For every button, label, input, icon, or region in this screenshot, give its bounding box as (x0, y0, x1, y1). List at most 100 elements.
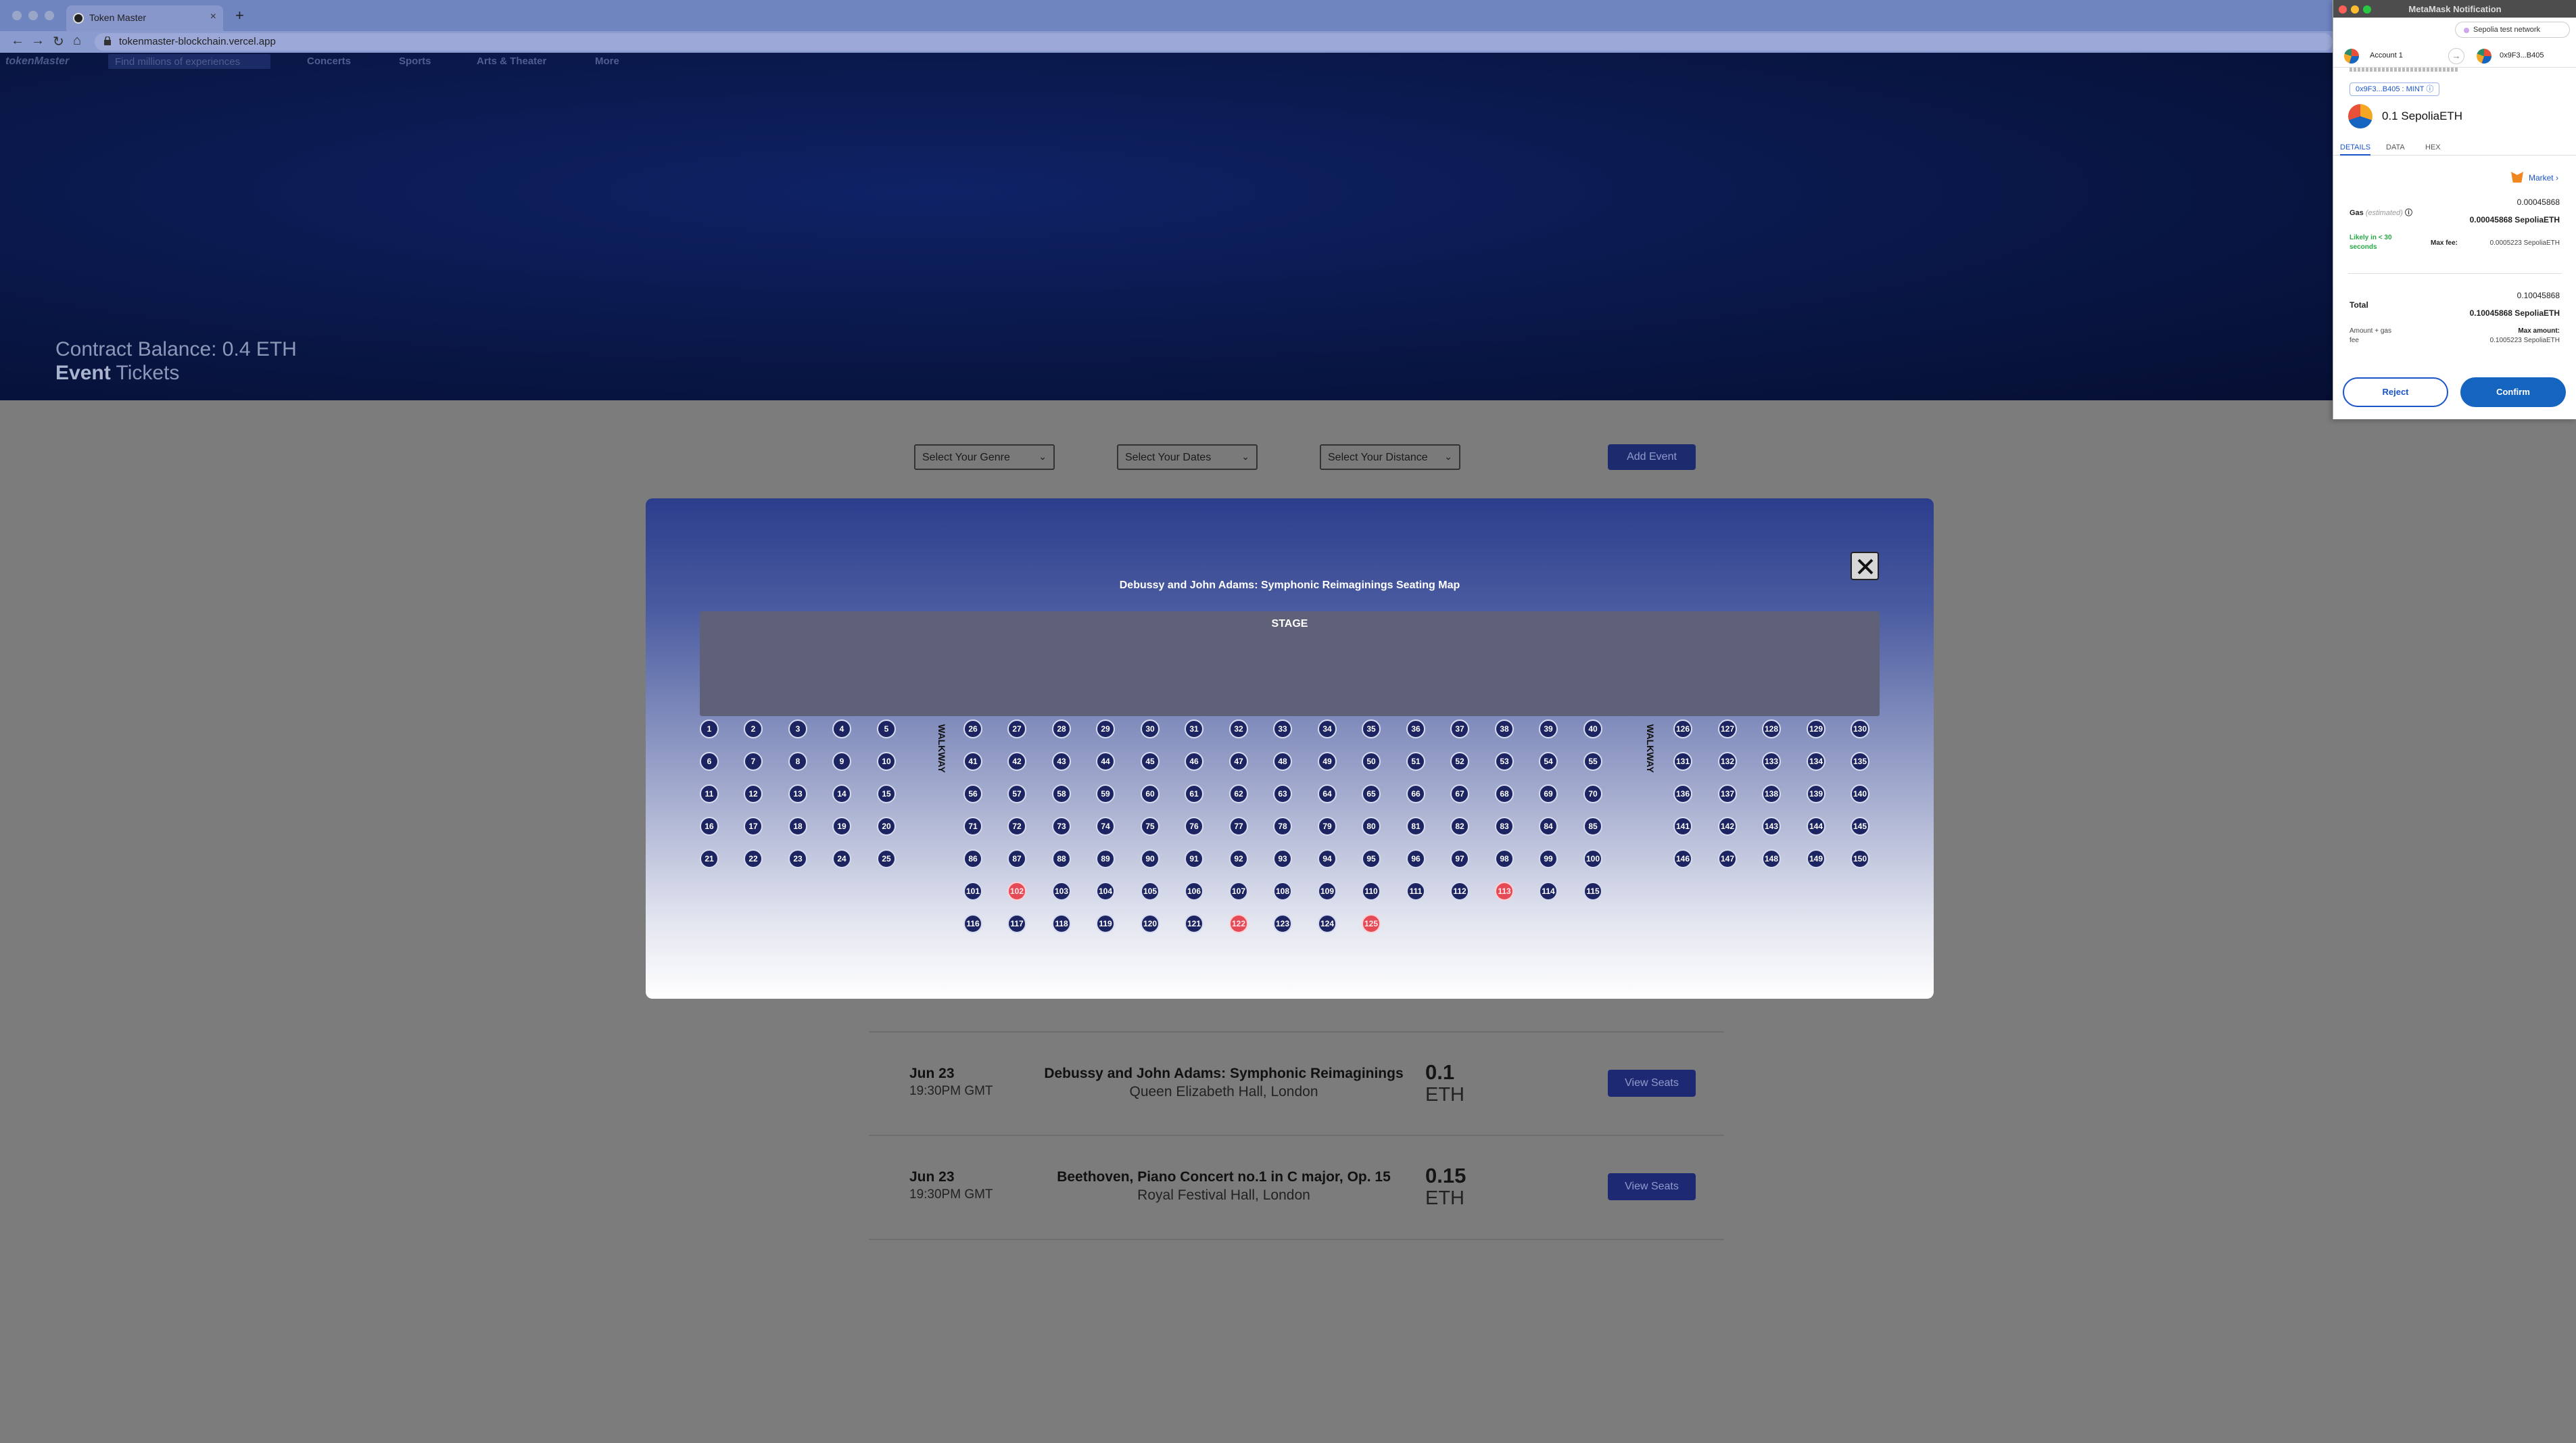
forward-arrow-icon[interactable]: → (31, 33, 45, 49)
seat[interactable]: 143 (1762, 817, 1781, 836)
seat[interactable]: 83 (1495, 817, 1514, 836)
seat[interactable]: 39 (1539, 719, 1558, 738)
seat[interactable]: 46 (1185, 752, 1203, 771)
seat[interactable]: 147 (1718, 849, 1737, 868)
site-logo[interactable]: tokenMaster (5, 55, 69, 68)
seat[interactable]: 26 (963, 719, 982, 738)
add-event-button[interactable]: Add Event (1608, 444, 1696, 470)
seat[interactable]: 110 (1362, 882, 1381, 901)
seat[interactable]: 44 (1096, 752, 1115, 771)
seat[interactable]: 17 (744, 817, 763, 836)
seat[interactable]: 96 (1406, 849, 1425, 868)
seat[interactable]: 6 (700, 752, 719, 771)
new-tab-button[interactable]: + (235, 7, 244, 24)
seat[interactable]: 128 (1762, 719, 1781, 738)
minimize-window-icon[interactable] (28, 11, 38, 20)
seat[interactable]: 50 (1362, 752, 1381, 771)
seat[interactable]: 47 (1229, 752, 1248, 771)
seat[interactable]: 1 (700, 719, 719, 738)
seat[interactable]: 66 (1406, 784, 1425, 803)
seat[interactable]: 148 (1762, 849, 1781, 868)
seat[interactable]: 114 (1539, 882, 1558, 901)
tab-details[interactable]: DETAILS (2340, 143, 2371, 156)
seat[interactable]: 131 (1673, 752, 1692, 771)
seat[interactable]: 64 (1318, 784, 1337, 803)
seat[interactable]: 120 (1141, 914, 1160, 933)
seat[interactable]: 109 (1318, 882, 1337, 901)
seat[interactable]: 82 (1450, 817, 1469, 836)
seat[interactable]: 20 (877, 817, 896, 836)
tab-hex[interactable]: HEX (2425, 143, 2441, 151)
seat[interactable]: 3 (788, 719, 807, 738)
seat[interactable]: 85 (1583, 817, 1602, 836)
seat[interactable]: 129 (1807, 719, 1826, 738)
seat[interactable]: 145 (1851, 817, 1869, 836)
seat[interactable]: 118 (1052, 914, 1071, 933)
seat[interactable]: 61 (1185, 784, 1203, 803)
seat[interactable]: 84 (1539, 817, 1558, 836)
seat[interactable]: 29 (1096, 719, 1115, 738)
confirm-button[interactable]: Confirm (2460, 377, 2566, 407)
seat[interactable]: 4 (832, 719, 851, 738)
seat[interactable]: 133 (1762, 752, 1781, 771)
home-icon[interactable]: ⌂ (73, 33, 81, 49)
to-account[interactable]: 0x9F3...B405 (2500, 51, 2544, 60)
seat[interactable]: 33 (1273, 719, 1292, 738)
seat[interactable]: 74 (1096, 817, 1115, 836)
seat[interactable]: 16 (700, 817, 719, 836)
seat[interactable]: 63 (1273, 784, 1292, 803)
nav-link-arts-theater[interactable]: Arts & Theater (477, 55, 546, 67)
seat[interactable]: 67 (1450, 784, 1469, 803)
market-link[interactable]: Market › (2529, 173, 2558, 183)
genre-select[interactable]: Select Your Genre ⌄ (914, 444, 1055, 470)
search-input[interactable]: Find millions of experiences (108, 54, 270, 69)
seat[interactable]: 137 (1718, 784, 1737, 803)
seat[interactable]: 100 (1583, 849, 1602, 868)
seat[interactable]: 19 (832, 817, 851, 836)
seat[interactable]: 111 (1406, 882, 1425, 901)
seat[interactable]: 90 (1141, 849, 1160, 868)
seat[interactable]: 144 (1807, 817, 1826, 836)
seat[interactable]: 81 (1406, 817, 1425, 836)
seat[interactable]: 60 (1141, 784, 1160, 803)
seat[interactable]: 37 (1450, 719, 1469, 738)
seat[interactable]: 10 (877, 752, 896, 771)
seat[interactable]: 53 (1495, 752, 1514, 771)
seat[interactable]: 104 (1096, 882, 1115, 901)
seat[interactable]: 108 (1273, 882, 1292, 901)
seat[interactable]: 134 (1807, 752, 1826, 771)
seat[interactable]: 71 (963, 817, 982, 836)
seat[interactable]: 75 (1141, 817, 1160, 836)
seat[interactable]: 28 (1052, 719, 1071, 738)
seat[interactable]: 34 (1318, 719, 1337, 738)
close-window-icon[interactable] (12, 11, 22, 20)
seat[interactable]: 124 (1318, 914, 1337, 933)
seat[interactable]: 65 (1362, 784, 1381, 803)
seat[interactable]: 78 (1273, 817, 1292, 836)
seat[interactable]: 22 (744, 849, 763, 868)
seat[interactable]: 88 (1052, 849, 1071, 868)
seat[interactable]: 9 (832, 752, 851, 771)
seat[interactable]: 92 (1229, 849, 1248, 868)
nav-link-concerts[interactable]: Concerts (307, 55, 351, 67)
seat[interactable]: 97 (1450, 849, 1469, 868)
seat[interactable]: 42 (1007, 752, 1026, 771)
contract-method-badge[interactable]: 0x9F3...B405 : MINT ⓘ (2350, 82, 2440, 96)
seat[interactable]: 149 (1807, 849, 1826, 868)
seat[interactable]: 18 (788, 817, 807, 836)
dates-select[interactable]: Select Your Dates ⌄ (1117, 444, 1258, 470)
seat[interactable]: 69 (1539, 784, 1558, 803)
seat[interactable]: 135 (1851, 752, 1869, 771)
seat[interactable]: 116 (963, 914, 982, 933)
seat[interactable]: 52 (1450, 752, 1469, 771)
seat[interactable]: 11 (700, 784, 719, 803)
seat[interactable]: 24 (832, 849, 851, 868)
seat-taken[interactable]: 122 (1229, 914, 1248, 933)
seat[interactable]: 36 (1406, 719, 1425, 738)
view-seats-button[interactable]: View Seats (1608, 1070, 1696, 1097)
maximize-window-icon[interactable] (45, 11, 54, 20)
seat[interactable]: 95 (1362, 849, 1381, 868)
seat[interactable]: 59 (1096, 784, 1115, 803)
seat[interactable]: 117 (1007, 914, 1026, 933)
seat[interactable]: 49 (1318, 752, 1337, 771)
